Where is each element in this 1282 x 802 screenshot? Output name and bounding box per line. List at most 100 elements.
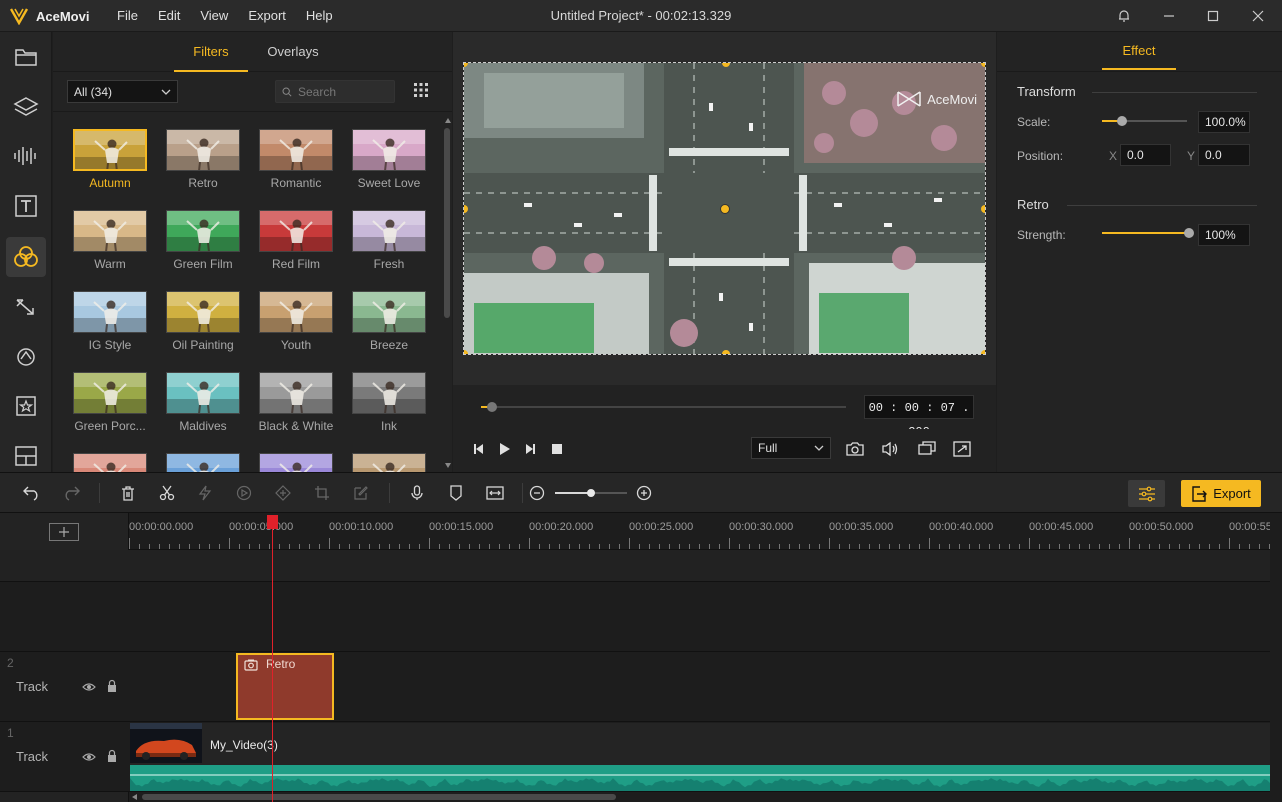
menu-view[interactable]: View: [190, 0, 238, 32]
track-lock-toggle[interactable]: [106, 749, 120, 763]
track-visibility-toggle[interactable]: [82, 750, 96, 764]
minimize-button[interactable]: [1147, 0, 1191, 32]
volume-button[interactable]: [878, 437, 902, 461]
filter-item[interactable]: Sweet Love: [347, 129, 427, 201]
sidebar-templates[interactable]: [6, 436, 46, 476]
timeline-vertical-scrollbar[interactable]: [1270, 550, 1282, 802]
filter-item[interactable]: Retro: [161, 129, 241, 201]
redo-button[interactable]: [59, 482, 83, 504]
library-scrollbar[interactable]: [442, 114, 452, 472]
timeline-horizontal-scrollbar[interactable]: [130, 792, 1270, 802]
record-voice-button[interactable]: [405, 482, 429, 504]
scale-slider-knob[interactable]: [1117, 116, 1127, 126]
zoom-in-button[interactable]: [632, 482, 656, 504]
export-button[interactable]: Export: [1181, 480, 1261, 507]
video-frame[interactable]: AceMovi: [463, 62, 986, 355]
sidebar-filters[interactable]: [6, 237, 46, 277]
sidebar-stickers[interactable]: [6, 386, 46, 426]
ruler-tick: [1169, 544, 1170, 549]
filter-item[interactable]: Red Film: [254, 210, 334, 282]
prev-frame-button[interactable]: [467, 437, 491, 461]
filter-item[interactable]: [347, 453, 427, 472]
snapshot-button[interactable]: [843, 437, 867, 461]
add-track-button[interactable]: [49, 523, 79, 541]
stop-button[interactable]: [545, 437, 569, 461]
track-lock-toggle[interactable]: [106, 679, 120, 693]
ruler-tick: [1059, 544, 1060, 549]
delete-button[interactable]: [116, 482, 140, 504]
timeline-settings-button[interactable]: [1128, 480, 1165, 507]
speed-button[interactable]: [193, 482, 217, 504]
filter-item[interactable]: Oil Painting: [161, 291, 241, 363]
sidebar-audio[interactable]: [6, 136, 46, 176]
filter-item[interactable]: Fresh: [347, 210, 427, 282]
menu-file[interactable]: File: [107, 0, 148, 32]
filter-item[interactable]: Black & White: [254, 372, 334, 444]
filter-item[interactable]: IG Style: [68, 291, 148, 363]
filter-item[interactable]: Warm: [68, 210, 148, 282]
undo-button[interactable]: [20, 482, 44, 504]
split-button[interactable]: [155, 482, 179, 504]
sidebar-text[interactable]: [6, 186, 46, 226]
filter-item[interactable]: [254, 453, 334, 472]
video-clip[interactable]: My_Video(3): [130, 723, 1270, 791]
fullscreen-button[interactable]: [950, 437, 974, 461]
sidebar-layers[interactable]: [6, 87, 46, 127]
search-input[interactable]: [298, 84, 388, 99]
tab-overlays[interactable]: Overlays: [258, 32, 328, 72]
notification-button[interactable]: [1102, 0, 1146, 32]
filter-item[interactable]: Autumn: [68, 129, 148, 201]
menu-export[interactable]: Export: [238, 0, 296, 32]
grid-view-button[interactable]: [413, 82, 431, 100]
category-dropdown[interactable]: All (34): [67, 80, 178, 103]
preview-zoom-dropdown[interactable]: Full: [751, 437, 831, 459]
filter-item[interactable]: Ink: [347, 372, 427, 444]
filter-item[interactable]: Breeze: [347, 291, 427, 363]
strength-slider[interactable]: [1102, 228, 1194, 238]
position-y-input[interactable]: 0.0: [1198, 144, 1250, 166]
edit-button[interactable]: [349, 482, 373, 504]
filter-item[interactable]: Green Porc...: [68, 372, 148, 444]
next-frame-button[interactable]: [518, 437, 542, 461]
ruler-tick: [949, 544, 950, 549]
search-box[interactable]: [275, 80, 395, 103]
filter-item[interactable]: [68, 453, 148, 472]
crop-button[interactable]: [310, 482, 334, 504]
sidebar-media[interactable]: [6, 37, 46, 77]
keyframe-button[interactable]: [271, 482, 295, 504]
tab-filters[interactable]: Filters: [174, 32, 248, 72]
position-x-input[interactable]: 0.0: [1120, 144, 1171, 166]
progress-knob[interactable]: [487, 402, 497, 412]
current-timecode[interactable]: 00 : 00 : 07 . 200: [864, 395, 974, 439]
scale-slider[interactable]: [1102, 116, 1187, 126]
zoom-out-button[interactable]: [525, 482, 549, 504]
sidebar-animations[interactable]: [6, 337, 46, 377]
play-button[interactable]: [492, 437, 516, 461]
filter-item[interactable]: Youth: [254, 291, 334, 363]
tab-effect[interactable]: Effect: [1102, 32, 1176, 70]
time-ruler[interactable]: 00:00:00.000 00:00:05.000 00:00:10.000 00:0…: [129, 513, 1270, 550]
playhead-line[interactable]: [272, 521, 273, 802]
fit-timeline-button[interactable]: [483, 482, 507, 504]
track-visibility-toggle[interactable]: [82, 680, 96, 694]
scale-input[interactable]: 100.0%: [1198, 111, 1250, 133]
timeline-zoom-slider[interactable]: [555, 489, 627, 497]
marker-button[interactable]: [444, 482, 468, 504]
playhead-handle[interactable]: [267, 515, 278, 529]
filter-item[interactable]: Maldives: [161, 372, 241, 444]
filter-item[interactable]: Green Film: [161, 210, 241, 282]
maximize-button[interactable]: [1191, 0, 1235, 32]
strength-slider-knob[interactable]: [1184, 228, 1194, 238]
playback-speed-button[interactable]: [232, 482, 256, 504]
filter-item[interactable]: Romantic: [254, 129, 334, 201]
strength-input[interactable]: 100%: [1198, 224, 1250, 246]
pip-button[interactable]: [915, 437, 939, 461]
close-button[interactable]: [1236, 0, 1280, 32]
sidebar-transitions[interactable]: [6, 287, 46, 327]
menu-help[interactable]: Help: [296, 0, 343, 32]
menu-edit[interactable]: Edit: [148, 0, 190, 32]
retro-effect-clip[interactable]: Retro: [236, 653, 334, 720]
timeline-zoom-knob[interactable]: [587, 489, 595, 497]
filter-item[interactable]: [161, 453, 241, 472]
progress-slider[interactable]: [481, 402, 846, 412]
